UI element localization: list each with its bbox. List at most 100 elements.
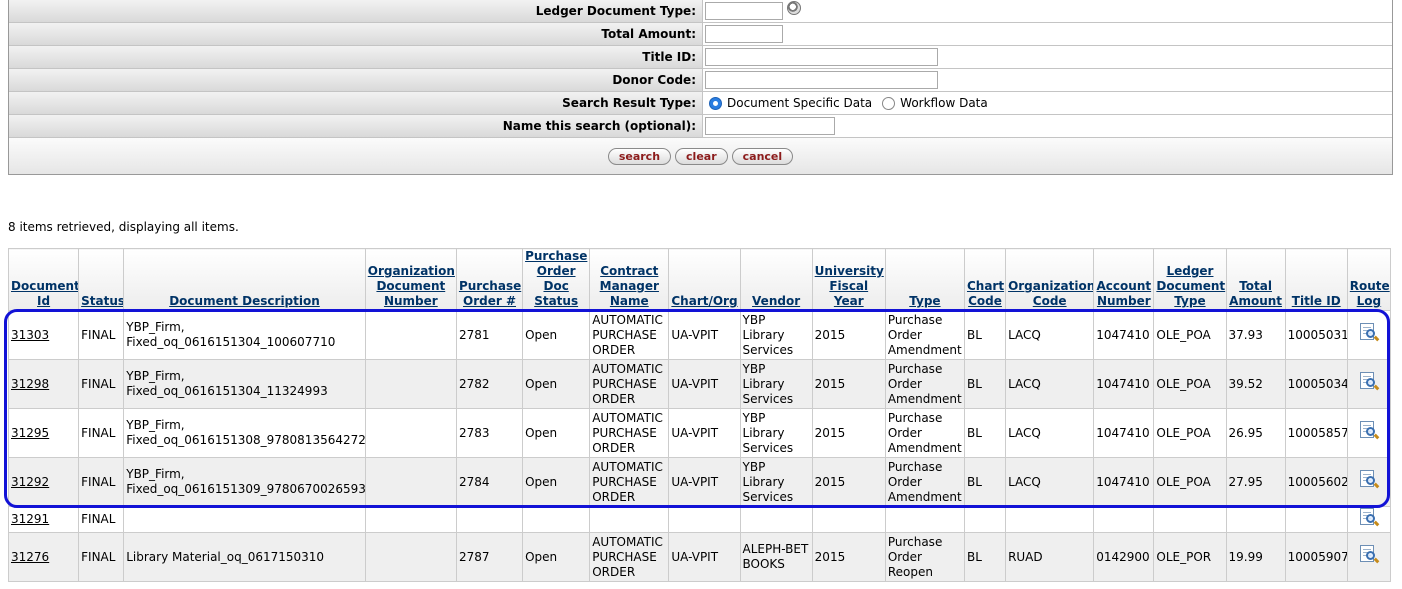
column-header-vendor[interactable]: Vendor [739, 248, 813, 311]
document-id-link[interactable]: 31303 [7, 310, 80, 360]
route-log-icon[interactable] [1359, 545, 1380, 565]
column-header-organization-document-number[interactable]: Organization Document Number [364, 248, 457, 311]
column-header-document-description[interactable]: Document Description [123, 248, 366, 311]
route-log-cell [1346, 532, 1392, 582]
clear-button[interactable]: clear [675, 147, 728, 165]
column-header-account-number[interactable]: Account Number [1093, 248, 1155, 311]
route-log-cell [1346, 457, 1392, 507]
name-search-input[interactable] [705, 117, 835, 135]
name-search-row: Name this search (optional): [9, 115, 1392, 138]
document-id-link[interactable]: 31295 [7, 408, 80, 458]
route-log-icon[interactable] [1359, 507, 1380, 528]
table-cell: YBP Library Services [739, 310, 813, 360]
column-header-chart-org[interactable]: Chart/Org [668, 248, 741, 311]
table-cell: LACQ [1005, 408, 1095, 458]
search-button[interactable]: search [607, 147, 672, 165]
column-header-total-amount[interactable]: Total Amount [1225, 248, 1286, 311]
route-log-icon[interactable] [1359, 470, 1380, 490]
table-cell: OLE_POA [1153, 408, 1227, 458]
table-cell: OLE_POA [1153, 457, 1227, 507]
ledger-document-type-row: Ledger Document Type: [9, 0, 1392, 23]
column-header-route-log[interactable]: Route Log [1346, 248, 1392, 311]
table-cell: YBP_Firm, Fixed_oq_0616151304_11324993 [123, 359, 366, 409]
route-log-icon[interactable] [1359, 323, 1380, 343]
total-amount-row: Total Amount: [9, 23, 1392, 46]
table-cell [123, 506, 366, 533]
column-header-purchase-order[interactable]: Purchase Order # [455, 248, 524, 311]
route-log-icon[interactable] [1359, 421, 1380, 441]
table-cell: LACQ [1005, 359, 1095, 409]
name-search-label: Name this search (optional): [9, 115, 703, 137]
table-cell: 2781 [455, 310, 524, 360]
table-cell: UA-VPIT [668, 457, 741, 507]
table-cell [455, 506, 524, 533]
column-header-type[interactable]: Type [884, 248, 965, 311]
column-header-ledger-document-type[interactable]: Ledger Document Type [1153, 248, 1227, 311]
table-cell: BL [963, 310, 1007, 360]
table-cell: Purchase Order Amendment [884, 457, 965, 507]
table-cell [364, 532, 457, 582]
table-row: 31298 FINAL YBP_Firm, Fixed_oq_0616151304_… [7, 359, 1392, 409]
column-header-university-fiscal-year[interactable]: University Fiscal Year [811, 248, 886, 311]
table-cell: Open [522, 532, 591, 582]
table-cell: 10005602 [1284, 457, 1348, 507]
table-cell: 2784 [455, 457, 524, 507]
workflow-data-radio[interactable] [882, 96, 896, 110]
document-id-link[interactable]: 31276 [7, 532, 80, 582]
total-amount-input[interactable] [705, 25, 783, 43]
table-cell: 2015 [811, 359, 886, 409]
table-cell: BL [963, 408, 1007, 458]
document-id-link[interactable]: 31298 [7, 359, 80, 409]
table-cell: UA-VPIT [668, 359, 741, 409]
table-cell: Open [522, 408, 591, 458]
column-header-status[interactable]: Status [78, 248, 125, 311]
table-cell: 1047410 [1093, 359, 1155, 409]
table-cell: 2782 [455, 359, 524, 409]
document-specific-data-radio[interactable] [709, 96, 722, 110]
donor-code-label: Donor Code: [9, 69, 703, 91]
table-cell: FINAL [78, 310, 125, 360]
table-cell: AUTOMATIC PURCHASE ORDER [589, 310, 670, 360]
column-header-contract-manager-name[interactable]: Contract Manager Name [589, 248, 670, 311]
ledger-document-type-input[interactable] [705, 2, 783, 20]
table-cell: YBP Library Services [739, 359, 813, 409]
table-cell: FINAL [78, 506, 125, 533]
lookup-magnifier-icon[interactable] [787, 1, 801, 15]
table-cell: 1047410 [1093, 408, 1155, 458]
donor-code-input[interactable] [705, 71, 938, 89]
table-row: 31303 FINAL YBP_Firm, Fixed_oq_0616151304_… [7, 310, 1392, 360]
table-cell: YBP_Firm, Fixed_oq_0616151304_100607710 [123, 310, 366, 360]
table-cell: 37.93 [1225, 310, 1286, 360]
title-id-row: Title ID: [9, 46, 1392, 69]
column-header-organization-code[interactable]: Organization Code [1005, 248, 1095, 311]
document-id-link[interactable]: 31291 [7, 506, 80, 533]
table-cell: Open [522, 310, 591, 360]
table-cell: Open [522, 457, 591, 507]
ledger-document-type-label: Ledger Document Type: [9, 0, 703, 22]
table-cell: 1047410 [1093, 310, 1155, 360]
table-cell: AUTOMATIC PURCHASE ORDER [589, 457, 670, 507]
table-cell: 2015 [811, 532, 886, 582]
table-cell: 26.95 [1225, 408, 1286, 458]
table-cell: Purchase Order Reopen [884, 532, 965, 582]
column-header-title-id[interactable]: Title ID [1284, 248, 1348, 311]
column-header-chart-code[interactable]: Chart Code [963, 248, 1007, 311]
table-cell [364, 408, 457, 458]
document-specific-data-label: Document Specific Data [727, 96, 873, 110]
column-header-purchase-order-doc-status[interactable]: Purchase Order Doc Status [522, 248, 591, 311]
search-result-type-row: Search Result Type: Document Specific Da… [9, 92, 1392, 115]
results-table: Document Id Status Document Description Org… [7, 248, 1392, 582]
table-cell: RUAD [1005, 532, 1095, 582]
table-cell: BL [963, 532, 1007, 582]
column-header-document-id[interactable]: Document Id [7, 248, 80, 311]
table-cell: OLE_POR [1153, 532, 1227, 582]
cancel-button[interactable]: cancel [731, 147, 794, 165]
table-row: 31291 FINAL [7, 506, 1392, 533]
title-id-input[interactable] [705, 48, 938, 66]
table-cell: ALEPH-BET BOOKS [739, 532, 813, 582]
table-cell: YBP_Firm, Fixed_oq_0616151309_9780670026… [123, 457, 366, 507]
table-cell: 10005031 [1284, 310, 1348, 360]
table-cell: YBP Library Services [739, 408, 813, 458]
route-log-icon[interactable] [1359, 372, 1380, 392]
document-id-link[interactable]: 31292 [7, 457, 80, 507]
